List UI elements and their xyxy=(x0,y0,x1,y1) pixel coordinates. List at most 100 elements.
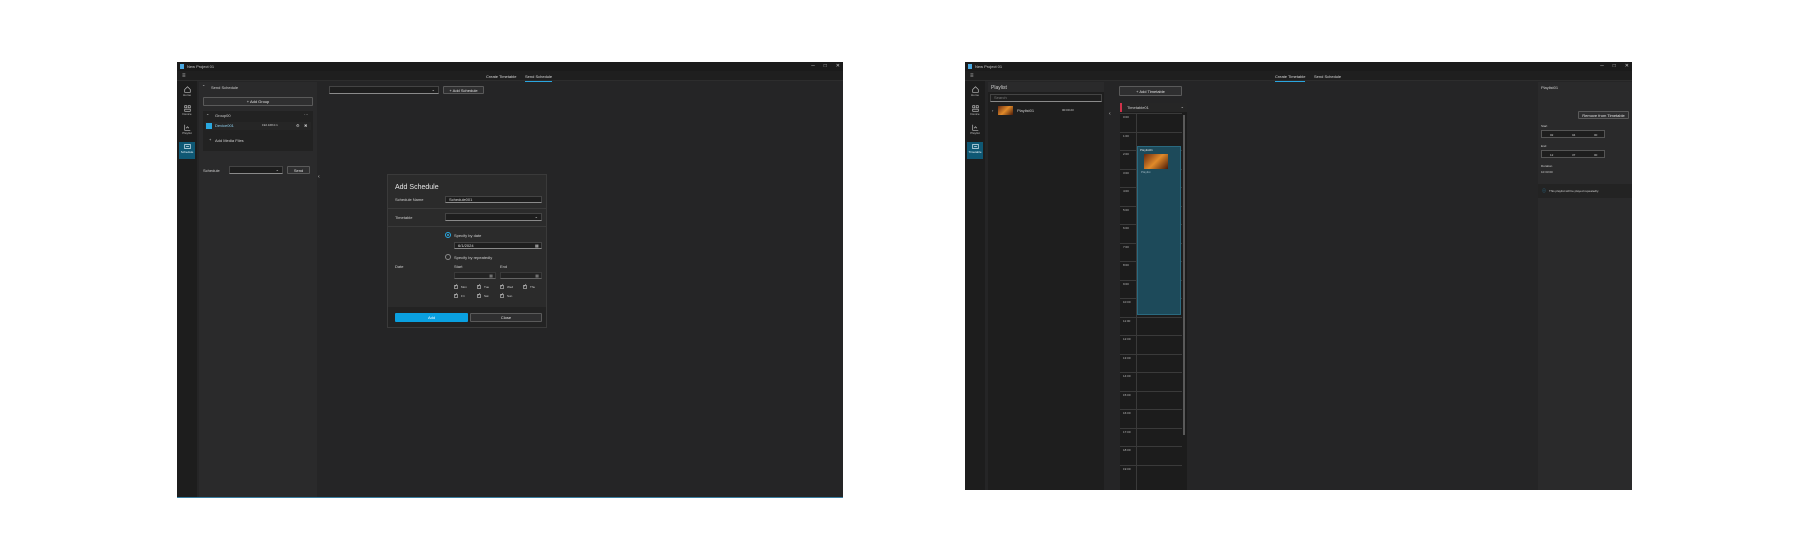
hour-label: 9:00 xyxy=(1123,281,1129,286)
tab-send-schedule[interactable]: Send Schedule xyxy=(1314,74,1341,79)
hamburger-menu-icon[interactable]: ≡ xyxy=(970,73,974,79)
day-checkbox-sat[interactable] xyxy=(477,292,481,298)
device-settings-icon[interactable]: ⚙ xyxy=(296,123,300,128)
day-checkbox-wed[interactable] xyxy=(500,283,504,289)
rail-item-playlist[interactable]: Playlist xyxy=(179,123,195,140)
start-label: Start xyxy=(1541,124,1548,128)
top-nav: ≡ Create Timetable Send Schedule xyxy=(177,71,843,82)
timetable-playlist-block[interactable]: Playlist01 Playlist xyxy=(1137,146,1181,315)
start-date-input[interactable]: ▦ xyxy=(454,272,496,279)
add-timetable-button[interactable]: + Add Timetable xyxy=(1119,86,1182,96)
send-button[interactable]: Send xyxy=(287,166,310,174)
playlist-thumbnail xyxy=(998,106,1013,115)
end-date-input[interactable]: ▦ xyxy=(500,272,542,279)
rail-item-schedule[interactable]: Schedule xyxy=(179,142,195,159)
add-media-link[interactable]: Add Media Files xyxy=(215,138,244,143)
day-checkbox-sun[interactable] xyxy=(500,292,504,298)
close-button[interactable]: Close xyxy=(470,313,542,322)
close-icon[interactable]: ✕ xyxy=(1625,62,1629,71)
radio-specify-repeat[interactable] xyxy=(445,254,451,260)
rail-item-timetable[interactable]: Timetable xyxy=(967,142,983,159)
app-logo-icon xyxy=(968,64,972,69)
radio-specify-date[interactable] xyxy=(445,232,451,238)
hour-label: 6:00 xyxy=(1123,226,1129,230)
day-checkbox-fri[interactable] xyxy=(454,292,458,298)
remove-from-timetable-button[interactable]: Remove from Timetable xyxy=(1578,111,1629,119)
send-schedule-panel: ⌃ Send Schedule + Add Group ⌃ Group00 ⋯ … xyxy=(199,82,317,498)
hour-row: 12:00 xyxy=(1120,335,1182,351)
rail-item-home[interactable]: Home xyxy=(179,85,195,102)
timetable-header[interactable]: Timetable01 ⌄ xyxy=(1120,103,1187,112)
rail-item-device[interactable]: Device xyxy=(967,104,983,121)
timetable-label: Timetable xyxy=(395,215,413,220)
collapse-left-icon[interactable]: ‹ xyxy=(1109,111,1111,117)
left-app-window: New Project 01 ─ □ ✕ ≡ Create Timetable … xyxy=(177,62,843,498)
hour-row: 11:00 xyxy=(1120,316,1182,333)
left-expand-icon[interactable]: ‹ xyxy=(318,174,320,180)
rail-item-home[interactable]: Home xyxy=(967,85,983,102)
chevron-down-icon: ⌄ xyxy=(534,214,538,219)
calendar-icon: ▦ xyxy=(535,273,539,278)
start-time-picker[interactable]: 02 04 00 xyxy=(1541,130,1605,138)
schedule-name-input[interactable]: Schedule001 xyxy=(445,196,542,203)
add-media-icon[interactable]: + xyxy=(209,137,211,142)
minimize-icon[interactable]: ─ xyxy=(811,62,815,71)
status-bar-line xyxy=(177,497,843,498)
window-title: New Project 01 xyxy=(187,64,215,69)
schedule-dropdown[interactable]: ⌄ xyxy=(329,86,439,94)
rail-item-playlist[interactable]: Playlist xyxy=(967,123,983,140)
hour-label: 12:00 xyxy=(1123,337,1131,341)
add-timetable-label: Add Timetable xyxy=(1139,89,1165,94)
tab-create-timetable[interactable]: Create Timetable xyxy=(486,74,516,79)
end-second: 00 xyxy=(1594,153,1598,157)
calendar-icon[interactable]: ▦ xyxy=(535,243,539,248)
device-remove-icon[interactable]: ✖ xyxy=(304,123,307,128)
expand-icon[interactable]: ⌃ xyxy=(206,113,209,118)
hour-label: 16:00 xyxy=(1123,411,1131,415)
device-name: Device001 xyxy=(215,123,234,128)
playlist-item[interactable]: › Playlist01 00:00:23 xyxy=(990,105,1102,116)
add-schedule-button[interactable]: + Add Schedule xyxy=(443,86,484,94)
maximize-icon[interactable]: □ xyxy=(824,62,827,71)
hour-row: 19:00 xyxy=(1120,464,1182,481)
chevron-down-icon[interactable]: ⌄ xyxy=(1181,104,1184,109)
tab-create-timetable[interactable]: Create Timetable xyxy=(1275,74,1306,82)
hour-row: 15:00 xyxy=(1120,390,1182,407)
group-name: Group00 xyxy=(215,113,231,118)
close-icon[interactable]: ✕ xyxy=(836,62,840,71)
hour-row: 16:00 xyxy=(1120,409,1182,425)
hour-label: 1:00 xyxy=(1123,133,1129,138)
schedule-select[interactable]: ⌄ xyxy=(229,166,283,174)
device-row[interactable]: Device001 192.168.0.1 ⚙ ✖ xyxy=(205,122,311,130)
rail-label: Timetable xyxy=(968,150,982,154)
hour-label: 3:00 xyxy=(1123,170,1129,175)
chevron-right-icon[interactable]: › xyxy=(992,108,993,113)
duration-value: 10:33:00 xyxy=(1541,170,1553,174)
day-checkbox-thu[interactable] xyxy=(523,283,527,289)
start-second: 00 xyxy=(1594,133,1598,137)
add-button[interactable]: Add xyxy=(395,313,468,322)
maximize-icon[interactable]: □ xyxy=(1613,62,1616,71)
collapse-icon[interactable]: ⌃ xyxy=(202,84,205,89)
date-input[interactable]: 6/1/2024 xyxy=(454,242,542,249)
group-more-icon[interactable]: ⋯ xyxy=(304,112,308,117)
info-icon: ⓘ xyxy=(1542,188,1546,193)
minimize-icon[interactable]: ─ xyxy=(1600,62,1604,71)
timetable-name: Timetable01 xyxy=(1127,105,1149,110)
timetable-select[interactable]: ⌄ xyxy=(445,213,542,221)
top-nav: ≡ Create Timetable Send Schedule xyxy=(965,71,1632,82)
day-checkbox-mon[interactable] xyxy=(454,283,458,289)
end-label: End xyxy=(1541,144,1547,148)
add-group-button[interactable]: + Add Group xyxy=(203,97,313,106)
rail-label: Device xyxy=(182,112,192,116)
playlist-search-input[interactable]: Search xyxy=(990,94,1102,102)
rail-label: Home xyxy=(970,93,979,97)
day-checkbox-tue[interactable] xyxy=(477,283,481,289)
schedule-name-label: Schedule Name xyxy=(395,197,424,202)
rail-item-device[interactable]: Device xyxy=(179,104,195,121)
timetable-scrollbar[interactable] xyxy=(1183,115,1185,435)
end-time-picker[interactable]: 12 37 00 xyxy=(1541,150,1605,158)
hamburger-menu-icon[interactable]: ≡ xyxy=(182,73,186,79)
tab-send-schedule[interactable]: Send Schedule xyxy=(525,74,553,82)
block-label: Playlist01 xyxy=(1140,148,1153,152)
